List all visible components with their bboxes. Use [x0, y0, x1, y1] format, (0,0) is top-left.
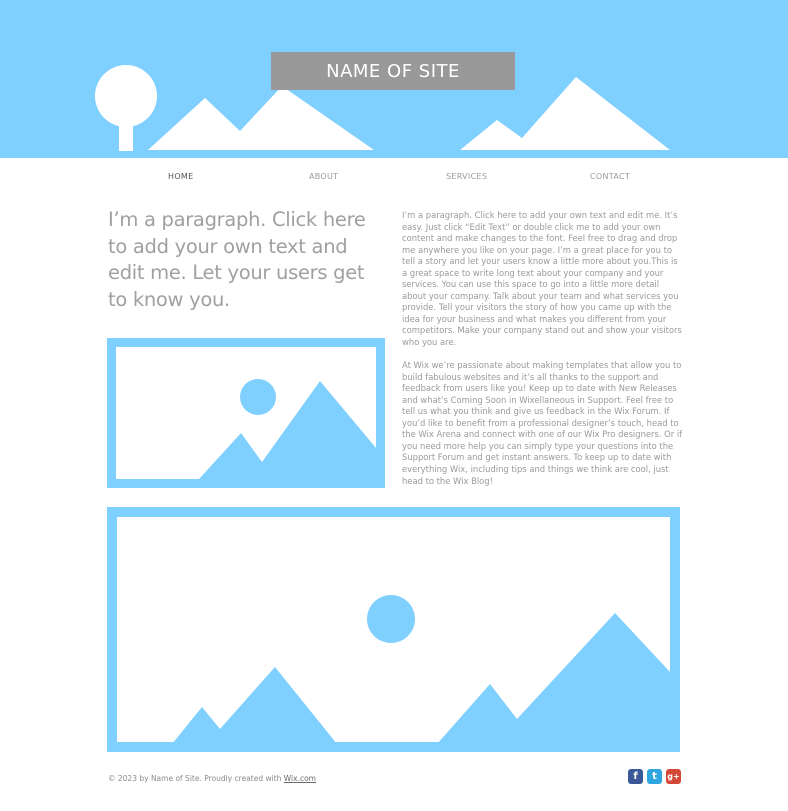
twitter-glyph: t	[652, 771, 657, 782]
wix-link[interactable]: Wix.com	[284, 774, 316, 783]
tree-icon	[95, 65, 157, 127]
sun-icon	[240, 379, 276, 415]
google-plus-icon[interactable]: g+	[666, 769, 681, 784]
footer-copyright: © 2023 by Name of Site. Proudly created …	[108, 774, 316, 783]
tree-trunk	[119, 118, 133, 151]
twitter-icon[interactable]: t	[647, 769, 662, 784]
nav-item-home[interactable]: HOME	[168, 172, 193, 181]
facebook-glyph: f	[633, 771, 638, 782]
main-nav: HOME ABOUT SERVICES CONTACT	[108, 172, 680, 186]
body-paragraph-2[interactable]: At Wix we’re passionate about making tem…	[402, 360, 684, 487]
site-title[interactable]: NAME OF SITE	[271, 52, 515, 90]
header-banner: NAME OF SITE	[0, 0, 788, 158]
image-placeholder-small[interactable]	[107, 338, 385, 488]
sun-icon	[367, 595, 415, 643]
google-plus-glyph: g+	[667, 772, 680, 781]
mountains-left	[148, 86, 374, 150]
body-paragraph-1[interactable]: I’m a paragraph. Click here to add your …	[402, 210, 684, 349]
nav-item-services[interactable]: SERVICES	[446, 172, 487, 181]
intro-heading[interactable]: I’m a paragraph. Click here to add your …	[108, 207, 388, 313]
nav-item-about[interactable]: ABOUT	[309, 172, 338, 181]
copyright-text: © 2023 by Name of Site. Proudly created …	[108, 774, 284, 783]
image-placeholder-large[interactable]	[107, 507, 680, 752]
facebook-icon[interactable]: f	[628, 769, 643, 784]
body-text-column[interactable]: I’m a paragraph. Click here to add your …	[402, 210, 684, 499]
nav-item-contact[interactable]: CONTACT	[590, 172, 630, 181]
